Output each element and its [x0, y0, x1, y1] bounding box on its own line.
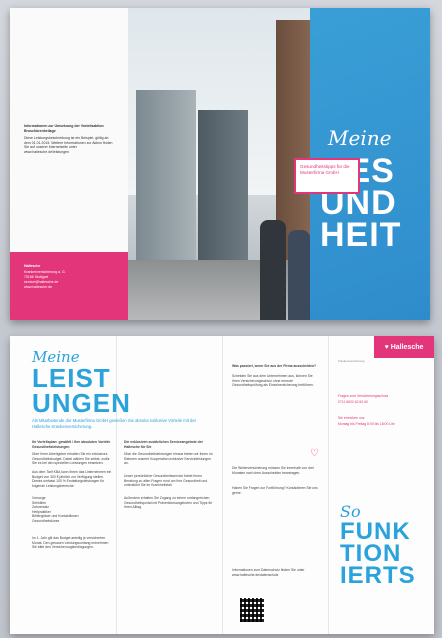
leistungen-column: Meine LEIST UNGEN: [32, 348, 131, 418]
cover-back-page: Informationen zur Umsetzung der Vorteils…: [10, 8, 128, 320]
brochure-inside-spread: Meine LEIST UNGEN Als Mitarbeitende der …: [10, 336, 434, 634]
contact-panel: Hallesche Krankenversicherung a. G. 7016…: [10, 252, 128, 320]
contact-2-detail: Montag bis Freitag 8:00 bis 18:00 Uhr: [338, 422, 395, 426]
leistungen-subhead: Ihr Vorteilsplan: gewählt / Ihre absolut…: [32, 440, 111, 449]
cover-title-line-2: HEIT: [320, 216, 402, 254]
service-body-2: Unser persönlicher Gesundheitsservice bi…: [124, 474, 208, 488]
contact-line-4: www.hallesche.de: [24, 285, 53, 289]
heart-icon: ♡: [310, 448, 319, 459]
funktioniert-title-2: IERTS: [340, 562, 416, 590]
service-body-3: Außerdem erhalten Sie Zugang zu einem um…: [124, 496, 213, 510]
leistungen-body-2: Aus dem Tarif KBA kann Ihnen das Unterne…: [32, 470, 112, 488]
leistungen-intro: Als Mitarbeitende der Musterfirma GmbH g…: [32, 418, 197, 429]
qr-code: [240, 598, 264, 622]
service-body-1: Über die Gesundheitsleistungen hinaus bi…: [124, 452, 213, 466]
fold-line: [328, 336, 329, 634]
logo-subtitle: Krankenversicherung: [338, 359, 365, 363]
fold-line: [116, 336, 117, 634]
leistungen-title-0: LEIST: [32, 363, 111, 393]
cover-photo-page: Meine GES UND HEIT Gesundheitstipps für …: [128, 8, 430, 320]
exit-body-3: Haben Sie Fragen zur Fortführung? Kontak…: [232, 486, 318, 495]
contact-line-0: Hallesche: [24, 264, 41, 268]
contact-1-label: Fragen zum Versicherungsschutz: [338, 394, 389, 398]
leistungen-title-1: UNGEN: [32, 387, 131, 418]
exit-body-1: Scheiden Sie aus dem Unternehmen aus, kö…: [232, 374, 314, 388]
leistungen-body-1: Über Ihren Arbeitgeber erhalten Sie ein …: [32, 452, 110, 466]
leistungen-list: Vorsorge Sehhilfen Zahnersatz Heilprakti…: [32, 496, 112, 524]
funktioniert-block: So FUNK TION IERTS: [340, 502, 430, 590]
person: [260, 220, 286, 320]
contact-line-1: Krankenversicherung a. G.: [24, 270, 66, 274]
person: [288, 230, 310, 320]
contact-2-label: Sie erreichen uns: [338, 416, 365, 420]
privacy-note: Informationen zum Datenschutz finden Sie…: [232, 568, 305, 577]
exit-body-2: Die Weiterversicherung müssen Sie innerh…: [232, 466, 314, 475]
sign-card: Gesundheitstipps für die Musterfirma Gmb…: [294, 158, 360, 194]
brochure-cover-spread: Informationen zur Umsetzung der Vorteils…: [10, 8, 430, 320]
exit-heading: Was passiert, wenn Sie aus der Firma aus…: [232, 364, 317, 368]
info-body: Diese Leistungsbeschreibung ist ein Beis…: [24, 136, 113, 155]
logo-text: Hallesche: [390, 343, 424, 351]
contact-line-3: service@hallesche.de: [24, 280, 59, 284]
leistungen-footer: Im 1. Jahr gilt das Budget anteilig je v…: [32, 536, 109, 550]
building: [198, 110, 248, 280]
info-heading: Informationen zur Umsetzung der Vorteils…: [24, 124, 104, 133]
building: [136, 90, 196, 280]
list-item: Gesundheitskurse: [32, 518, 60, 523]
fold-line: [222, 336, 223, 634]
cover-script-title: Meine: [328, 126, 392, 150]
hallesche-logo: ♥ Hallesche: [374, 336, 434, 358]
contact-line-2: 70166 Stuttgart: [24, 275, 48, 279]
contact-1-detail: 0711 6603 62 60 60: [338, 400, 368, 404]
service-heading: Die exklusiven zusätzlichen Serviceangeb…: [124, 440, 203, 449]
